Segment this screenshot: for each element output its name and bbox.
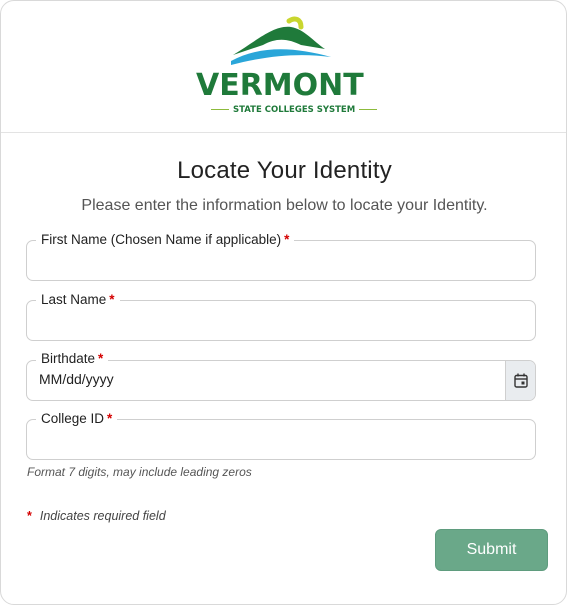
last-name-label-text: Last Name xyxy=(41,292,107,307)
birthdate-label: Birthdate * xyxy=(36,351,109,367)
logo-wordmark: VERMONT xyxy=(196,68,364,103)
required-marker: * xyxy=(109,292,115,307)
college-id-label-text: College ID xyxy=(41,411,105,426)
required-marker: * xyxy=(107,411,113,426)
required-marker: * xyxy=(27,509,32,523)
login-card: VERMONT STATE COLLEGES SYSTEM Locate You… xyxy=(0,0,567,605)
last-name-label: Last Name * xyxy=(36,292,120,308)
page-subtitle: Please enter the information below to lo… xyxy=(81,197,488,214)
vermont-logo: VERMONT STATE COLLEGES SYSTEM xyxy=(191,15,381,121)
college-id-label: College ID * xyxy=(36,411,118,427)
college-id-hint: Format 7 digits, may include leading zer… xyxy=(27,465,252,479)
first-name-input[interactable] xyxy=(39,250,499,272)
header: VERMONT STATE COLLEGES SYSTEM xyxy=(1,1,566,133)
submit-button[interactable]: Submit xyxy=(435,529,548,571)
required-field-note: * Indicates required field xyxy=(27,509,166,523)
birthdate-input[interactable]: MM/dd/yyyy xyxy=(39,371,114,387)
page-title: Locate Your Identity xyxy=(177,157,392,184)
required-marker: * xyxy=(98,351,104,366)
last-name-input[interactable] xyxy=(39,310,499,332)
logo-rule-right xyxy=(359,108,378,111)
first-name-label-text: First Name (Chosen Name if applicable) xyxy=(41,232,282,247)
calendar-button[interactable] xyxy=(505,361,535,400)
logo-rule-left xyxy=(211,108,229,111)
first-name-label: First Name (Chosen Name if applicable) * xyxy=(36,232,295,248)
birthdate-label-text: Birthdate xyxy=(41,351,96,366)
required-marker: * xyxy=(284,232,290,247)
required-note-text: Indicates required field xyxy=(39,509,166,523)
college-id-input[interactable] xyxy=(39,429,499,451)
calendar-icon xyxy=(514,373,528,388)
logo-subtitle: STATE COLLEGES SYSTEM xyxy=(207,105,378,115)
mountain-icon xyxy=(231,16,331,65)
logo-subtitle-text: STATE COLLEGES SYSTEM xyxy=(233,105,356,115)
